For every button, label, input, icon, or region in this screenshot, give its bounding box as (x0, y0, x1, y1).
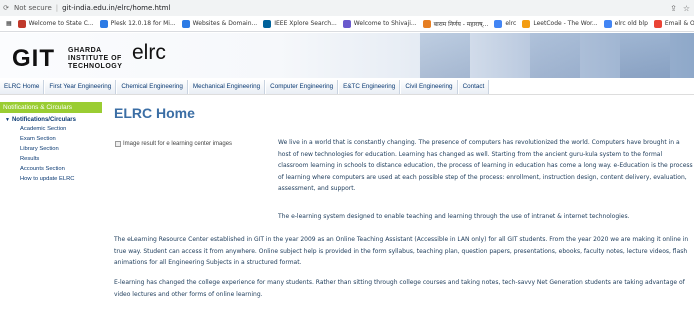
header-photo (530, 33, 580, 78)
sidebar-link[interactable]: Academic Section (20, 125, 102, 133)
bookmark-favicon-icon (181, 19, 190, 28)
sidebar-link[interactable]: Accounts Section (20, 165, 102, 173)
bookmark-favicon-icon (522, 19, 531, 28)
site-header-banner: GIT GHARDA INSTITUTE OF TECHNOLOGY elrc (0, 33, 694, 78)
bookmark-label: elrc (505, 20, 517, 27)
address-separator: | (55, 4, 59, 12)
logo-line: INSTITUTE OF (68, 55, 122, 62)
bookmark-item[interactable]: Welcome to Shivaji... (342, 19, 417, 28)
bookmark-favicon-icon (603, 19, 612, 28)
bookmark-favicon-icon (99, 19, 108, 28)
main-content: ELRC Home Image result for e learning ce… (112, 100, 694, 323)
nav-tab[interactable]: Mechanical Engineering (188, 79, 266, 94)
nav-tab[interactable]: First Year Engineering (45, 79, 117, 94)
bookmark-item[interactable]: Email & Office (653, 19, 694, 28)
bookmark-label: Websites & Domain... (192, 20, 258, 27)
bookmark-item[interactable]: Welcome to State C... (17, 19, 94, 28)
bookmark-favicon-icon (494, 19, 503, 28)
nav-tab[interactable]: Chemical Engineering (117, 79, 188, 94)
sidebar-group[interactable]: ▼ Notifications/Circulars (5, 117, 102, 123)
bookmark-item[interactable]: IEEE Xplore Search... (263, 19, 337, 28)
bookmark-favicon-icon (17, 19, 26, 28)
logo-line: TECHNOLOGY (68, 63, 123, 70)
bookmark-favicon-icon (422, 19, 431, 28)
bookmark-item[interactable]: elrc old blp (603, 19, 648, 28)
bookmark-favicon-icon (653, 19, 662, 28)
nav-tab[interactable]: Civil Engineering (401, 79, 458, 94)
elearning-paragraph: The e-learning system designed to enable… (278, 213, 630, 220)
bookmark-favicon-icon (263, 19, 272, 28)
bookmark-label: बाराम निर्णय - महाराष्... (433, 20, 489, 28)
bookmark-item[interactable]: LeetCode - The Wor... (522, 19, 598, 28)
sidebar: Notifications & Circulars ▼ Notifications… (0, 102, 102, 323)
not-secure-indicator[interactable]: Not secure (14, 4, 52, 12)
bookmark-label: Plesk 12.0.18 for Mi... (110, 20, 176, 27)
bookmark-star-icon[interactable]: ☆ (683, 4, 690, 13)
url-field[interactable]: git-india.edu.in/elrc/home.html (62, 4, 170, 12)
nav-tab[interactable]: Contact (458, 79, 490, 94)
logo-subtitle: GHARDA INSTITUTE OF TECHNOLOGY (68, 47, 122, 71)
logo-line: GHARDA (68, 47, 102, 54)
elrc-history-paragraph: The eLearning Resource Center establishe… (114, 236, 689, 267)
bookmarks-bar: ▦ Welcome to State C... Plesk 12.0.18 for… (0, 16, 694, 32)
browser-actions: ⇪ ☆ (670, 4, 690, 13)
broken-image-icon (115, 141, 121, 147)
page-title: ELRC Home (114, 105, 195, 121)
header-photo (620, 33, 670, 78)
broken-image: Image result for e learning center image… (115, 141, 232, 147)
bookmark-label: Email & Office (664, 20, 694, 27)
intro-paragraph: We live in a world that is constantly ch… (278, 139, 693, 193)
sidebar-link[interactable]: Results (20, 155, 102, 163)
sidebar-heading[interactable]: Notifications & Circulars (0, 102, 102, 113)
bookmark-favicon-icon (342, 19, 351, 28)
sidebar-links: Academic Section Exam Section Library Sect… (0, 125, 102, 183)
browser-address-bar: ⟳ Not secure | git-india.edu.in/elrc/hom… (0, 0, 694, 16)
site-logo[interactable]: GIT (12, 45, 55, 73)
bookmark-item[interactable]: elrc (494, 19, 517, 28)
bookmark-item[interactable]: Plesk 12.0.18 for Mi... (99, 19, 176, 28)
reload-icon[interactable]: ⟳ (2, 4, 10, 12)
bookmark-label: elrc old blp (614, 20, 648, 27)
nav-tab[interactable]: ELRC Home (0, 79, 45, 94)
apps-icon[interactable]: ▦ (6, 20, 12, 27)
nav-tab[interactable]: E&TC Engineering (339, 79, 401, 94)
bookmark-label: LeetCode - The Wor... (533, 20, 598, 27)
nav-tab[interactable]: Computer Engineering (266, 79, 339, 94)
elearning-impact-paragraph: E-learning has changed the college exper… (114, 279, 685, 298)
triangle-down-icon: ▼ (5, 117, 10, 123)
bookmark-item[interactable]: बाराम निर्णय - महाराष्... (422, 19, 489, 28)
share-icon[interactable]: ⇪ (670, 4, 677, 13)
bookmark-label: IEEE Xplore Search... (274, 20, 337, 27)
main-nav: ELRC Home First Year Engineering Chemical … (0, 79, 694, 95)
bookmark-item[interactable]: Websites & Domain... (181, 19, 258, 28)
sidebar-link[interactable]: Exam Section (20, 135, 102, 143)
sidebar-link[interactable]: Library Section (20, 145, 102, 153)
sidebar-link[interactable]: How to update ELRC (20, 175, 102, 183)
bookmark-label: Welcome to Shivaji... (353, 20, 417, 27)
section-title: elrc (132, 41, 166, 64)
header-photo (420, 33, 470, 78)
bookmark-label: Welcome to State C... (28, 20, 94, 27)
image-alt-text: Image result for e learning center image… (123, 141, 233, 147)
page-root: ⟳ Not secure | git-india.edu.in/elrc/hom… (0, 0, 694, 323)
sidebar-group-label: Notifications/Circulars (11, 117, 76, 123)
